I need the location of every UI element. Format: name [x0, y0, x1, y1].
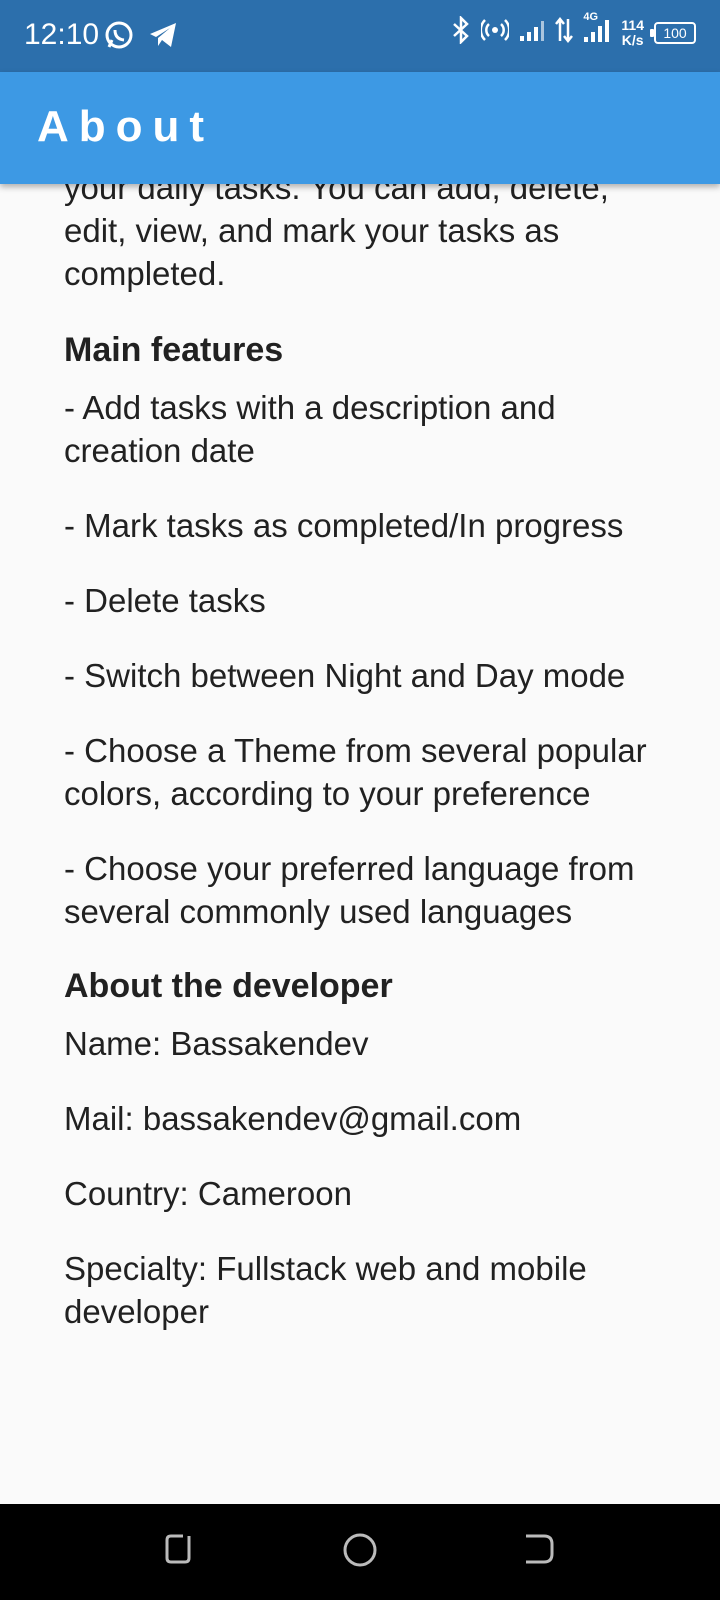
signal-icon — [519, 18, 545, 47]
feature-item: - Mark tasks as completed/In progress — [64, 507, 624, 544]
feature-item: - Switch between Night and Day mode — [64, 657, 626, 694]
bluetooth-icon — [451, 14, 471, 49]
signal-4g-icon: 4G — [583, 11, 611, 48]
network-type-label: 4G — [583, 11, 599, 23]
home-button[interactable] — [342, 1532, 378, 1573]
intro-text: your daily tasks. You can add, delete, e… — [64, 184, 609, 292]
speed-unit: K/s — [621, 31, 644, 48]
whatsapp-icon — [104, 20, 134, 55]
battery-icon: 100 — [650, 21, 696, 44]
developer-heading: About the developer — [64, 967, 393, 1005]
telegram-icon — [148, 20, 178, 55]
developer-specialty: Specialty: Fullstack web and mobile deve… — [64, 1250, 587, 1330]
notification-icons — [104, 20, 178, 55]
about-content[interactable]: your daily tasks. You can add, delete, e… — [0, 184, 720, 1504]
data-transfer-icon — [555, 16, 574, 48]
feature-item: - Choose a Theme from several popular co… — [64, 732, 647, 812]
feature-item: - Add tasks with a description and creat… — [64, 389, 556, 469]
status-bar: 12:10 4G 114 K/s 100 — [0, 0, 720, 72]
page-title: About — [37, 102, 215, 151]
back-button[interactable] — [522, 1532, 556, 1571]
battery-level: 100 — [663, 24, 687, 41]
network-speed: 114 K/s — [621, 16, 644, 48]
navigation-bar — [0, 1504, 720, 1600]
status-time: 12:10 — [24, 18, 100, 51]
feature-item: - Delete tasks — [64, 582, 266, 619]
hotspot-icon — [479, 18, 511, 47]
developer-name: Name: Bassakendev — [64, 1025, 369, 1062]
developer-mail: Mail: bassakendev@gmail.com — [64, 1100, 522, 1137]
app-bar: About — [0, 72, 720, 184]
features-heading: Main features — [64, 331, 284, 369]
developer-country: Country: Cameroon — [64, 1175, 352, 1212]
recent-apps-button[interactable] — [163, 1532, 197, 1571]
feature-item: - Choose your preferred language from se… — [64, 850, 635, 930]
speed-value: 114 — [621, 16, 644, 33]
